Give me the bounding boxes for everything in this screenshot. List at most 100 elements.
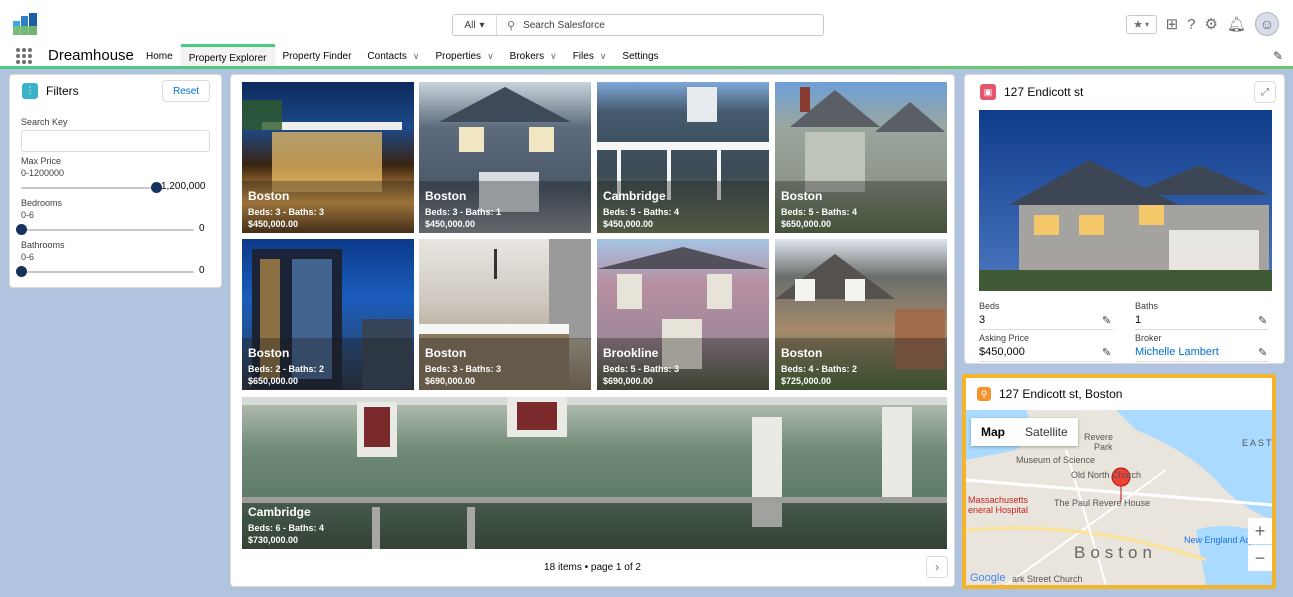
beds-value: 3	[979, 314, 986, 326]
nav-tab-home[interactable]: Home	[138, 44, 181, 69]
property-tile[interactable]: Boston Beds: 4 - Baths: 2 $725,000.00	[775, 239, 947, 390]
property-price: $725,000.00	[781, 376, 832, 386]
max-price-slider-track[interactable]	[21, 187, 156, 189]
beds-label: Beds	[979, 301, 1000, 311]
bathrooms-slider-track[interactable]	[21, 271, 194, 273]
property-tile-list: Boston Beds: 3 - Baths: 3 $450,000.00 Bost…	[230, 74, 955, 587]
app-nav-bar: Dreamhouse Home Property Explorer Property…	[0, 44, 1293, 69]
property-tile[interactable]: Boston Beds: 3 - Baths: 3 $690,000.00	[419, 239, 591, 390]
property-city: Brookline	[603, 346, 659, 360]
map-type-satellite-button[interactable]: Satellite	[1015, 418, 1078, 446]
zoom-in-button[interactable]: +	[1248, 518, 1272, 544]
chevron-down-icon[interactable]: ∨	[413, 51, 420, 62]
baths-value: 1	[1135, 314, 1142, 326]
filter-sliders-icon: ⫶	[22, 83, 38, 99]
chevron-down-icon[interactable]: ∨	[487, 51, 494, 62]
edit-broker-pencil-icon[interactable]: ✎	[1258, 346, 1267, 359]
property-detail-photo	[979, 110, 1272, 291]
google-logo: Google	[970, 572, 1006, 584]
nav-tab-property-explorer[interactable]: Property Explorer	[180, 44, 275, 69]
edit-beds-pencil-icon[interactable]: ✎	[1102, 314, 1111, 327]
property-tile[interactable]: Boston Beds: 3 - Baths: 3 $450,000.00	[242, 82, 414, 233]
property-details: Beds: 5 - Baths: 4	[781, 207, 858, 217]
property-details: Beds: 5 - Baths: 4	[603, 207, 680, 217]
asking-price-value: $450,000	[979, 346, 1025, 358]
map-label: Museum of Science	[1016, 455, 1096, 465]
chevron-down-icon[interactable]: ∨	[600, 51, 607, 62]
map-label: Park	[1094, 442, 1113, 452]
property-details: Beds: 3 - Baths: 3	[248, 207, 325, 217]
map-type-toggle: Map Satellite	[971, 418, 1078, 446]
max-price-range: 0-1200000	[21, 168, 65, 178]
property-record-icon: ▣	[980, 84, 996, 100]
bathrooms-slider-thumb[interactable]	[16, 266, 27, 277]
broker-link[interactable]: Michelle Lambert	[1135, 346, 1219, 358]
property-tile[interactable]: Boston Beds: 5 - Baths: 4 $650,000.00	[775, 82, 947, 233]
bedrooms-range: 0-6	[21, 210, 35, 220]
global-actions-icon[interactable]: ⊞	[1166, 17, 1179, 32]
property-map-card: ⚲ 127 Endicott st, Boston Map Satellite …	[962, 374, 1276, 589]
dreamhouse-logo-icon[interactable]	[12, 12, 38, 36]
nav-tab-properties[interactable]: Properties ∨	[427, 44, 501, 69]
nav-tab-property-finder[interactable]: Property Finder	[275, 44, 360, 69]
search-scope-dropdown[interactable]: All ▾	[453, 15, 497, 35]
map-label: Boston	[1074, 543, 1157, 562]
nav-tab-label: Property Finder	[282, 51, 352, 62]
app-launcher-icon[interactable]	[16, 48, 32, 64]
property-tile[interactable]: Brookline Beds: 5 - Baths: 3 $690,000.00	[597, 239, 769, 390]
property-city: Boston	[781, 189, 823, 203]
asking-price-label: Asking Price	[979, 333, 1030, 343]
setup-gear-icon[interactable]: ⚙	[1205, 17, 1218, 32]
chevron-down-icon[interactable]: ∨	[550, 51, 557, 62]
property-price: $450,000.00	[603, 219, 654, 229]
search-key-input[interactable]	[21, 130, 210, 152]
property-price: $690,000.00	[425, 376, 476, 386]
nav-tab-label: Settings	[622, 51, 659, 62]
nav-tab-label: Contacts	[367, 51, 407, 62]
nav-tab-contacts[interactable]: Contacts ∨	[359, 44, 427, 69]
map-title: 127 Endicott st, Boston	[999, 387, 1123, 401]
property-details: Beds: 3 - Baths: 1	[425, 207, 502, 217]
bedrooms-slider-thumb[interactable]	[16, 224, 27, 235]
map-label: The Paul Revere House	[1054, 498, 1151, 508]
property-tile[interactable]: Boston Beds: 2 - Baths: 2 $650,000.00	[242, 239, 414, 390]
map-type-map-button[interactable]: Map	[971, 418, 1015, 446]
house-photo	[979, 110, 1272, 291]
google-map[interactable]: Map Satellite Revere Park Museum of Scie…	[966, 410, 1272, 585]
edit-nav-pencil-icon[interactable]: ✎	[1273, 49, 1283, 63]
edit-price-pencil-icon[interactable]: ✎	[1102, 346, 1111, 359]
zoom-out-button[interactable]: −	[1248, 545, 1272, 571]
chevron-right-icon: ›	[935, 560, 939, 574]
property-city: Cambridge	[248, 505, 311, 519]
property-city: Cambridge	[603, 189, 666, 203]
expand-button[interactable]: ⤢	[1254, 81, 1276, 103]
search-input[interactable]	[523, 19, 784, 31]
property-price: $690,000.00	[603, 376, 654, 386]
reset-button[interactable]: Reset	[162, 80, 210, 102]
property-tile[interactable]: Cambridge Beds: 6 - Baths: 4 $730,000.00	[242, 397, 947, 549]
map-label: Old North Church	[1071, 470, 1142, 480]
property-details: Beds: 4 - Baths: 2	[781, 364, 858, 374]
bedrooms-slider-track[interactable]	[21, 229, 194, 231]
detail-header: ▣ 127 Endicott st	[980, 84, 1083, 100]
edit-baths-pencil-icon[interactable]: ✎	[1258, 314, 1267, 327]
property-details: Beds: 3 - Baths: 3	[425, 364, 502, 374]
search-icon: ⚲	[507, 19, 516, 32]
property-tile[interactable]: Cambridge Beds: 5 - Baths: 4 $450,000.00	[597, 82, 769, 233]
property-details: Beds: 5 - Baths: 3	[603, 364, 680, 374]
nav-tab-settings[interactable]: Settings	[614, 44, 666, 69]
nav-tab-label: Files	[572, 51, 594, 62]
bedrooms-label: Bedrooms	[21, 198, 63, 208]
property-tile[interactable]: Boston Beds: 3 - Baths: 1 $450,000.00	[419, 82, 591, 233]
notifications-bell-icon[interactable]: 🔔︎	[1227, 17, 1246, 32]
property-city: Boston	[425, 189, 467, 203]
max-price-label: Max Price	[21, 156, 62, 166]
header-utility-icons: ★ ▾ ⊞ ? ⚙ 🔔︎ ☺	[1125, 12, 1279, 36]
nav-tab-brokers[interactable]: Brokers ∨	[502, 44, 565, 69]
favorites-button[interactable]: ★ ▾	[1125, 14, 1157, 34]
nav-tab-files[interactable]: Files ∨	[565, 44, 615, 69]
property-price: $730,000.00	[248, 535, 299, 545]
next-page-button[interactable]: ›	[926, 556, 948, 578]
help-icon[interactable]: ?	[1187, 17, 1195, 32]
user-avatar[interactable]: ☺	[1255, 12, 1279, 36]
